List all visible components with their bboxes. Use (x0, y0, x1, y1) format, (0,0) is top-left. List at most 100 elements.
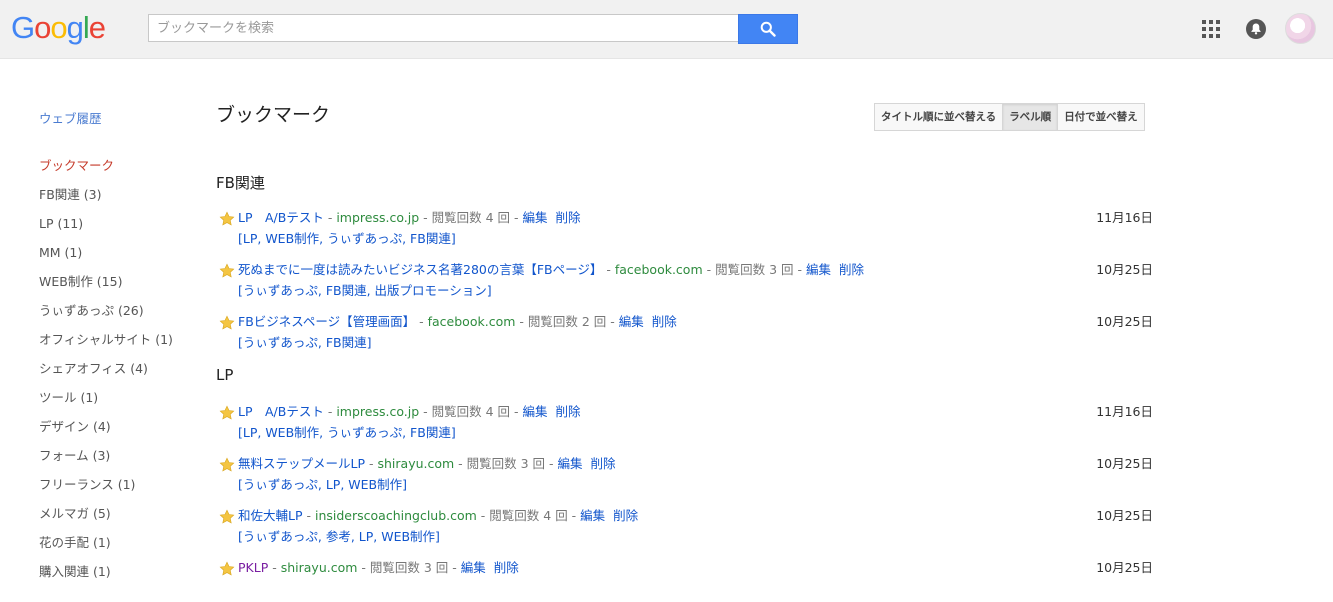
bookmark-domain: shirayu.com (280, 560, 358, 575)
sidebar-label-item[interactable]: うぃずあっぷ (26) (39, 302, 144, 320)
separator: - (419, 404, 432, 419)
bookmark-title-link[interactable]: 和佐大輔LP (238, 508, 303, 523)
star-icon[interactable] (219, 263, 235, 279)
delete-link[interactable]: 削除 (613, 508, 638, 523)
sidebar-label-item[interactable]: フリーランス (1) (39, 476, 135, 494)
bookmark-labels[interactable]: [LP, WEB制作, うぃずあっぷ, FB関連] (238, 423, 456, 443)
view-count: 閲覧回数 4 回 (431, 210, 511, 225)
star-icon[interactable] (219, 561, 235, 577)
separator: - (268, 560, 281, 575)
star-icon[interactable] (219, 405, 235, 421)
separator: - (323, 210, 337, 225)
search-icon (760, 21, 776, 37)
bookmark-date: 10月25日 (1096, 560, 1153, 575)
view-count: 閲覧回数 4 回 (489, 508, 568, 523)
sidebar-label-item[interactable]: FB関連 (3) (39, 186, 101, 204)
bookmark-domain: impress.co.jp (336, 404, 420, 419)
sidebar-label-item[interactable]: 花の手配 (1) (39, 534, 111, 552)
bookmark-item: LP A/Bテスト - impress.co.jp - 閲覧回数 4 回 - 編… (219, 208, 1159, 252)
separator: - (510, 404, 523, 419)
sidebar-web-history[interactable]: ウェブ履歴 (39, 110, 102, 128)
delete-link[interactable]: 削除 (591, 456, 616, 471)
edit-link[interactable]: 編集 (558, 456, 583, 471)
google-logo[interactable]: Google (11, 8, 106, 48)
separator: - (793, 262, 806, 277)
view-count: 閲覧回数 3 回 (715, 262, 794, 277)
delete-link[interactable]: 削除 (555, 404, 580, 419)
separator: - (606, 314, 619, 329)
bookmark-search-input[interactable] (149, 15, 738, 41)
edit-link[interactable]: 編集 (522, 210, 547, 225)
separator: - (702, 262, 716, 277)
avatar[interactable] (1285, 13, 1316, 44)
bookmark-domain: facebook.com (427, 314, 516, 329)
bookmark-domain: insiderscoachingclub.com (314, 508, 477, 523)
bell-icon[interactable] (1245, 18, 1267, 40)
star-icon[interactable] (219, 509, 235, 525)
separator: - (515, 314, 528, 329)
delete-link[interactable]: 削除 (839, 262, 864, 277)
sidebar-label-item[interactable]: フォーム (3) (39, 447, 110, 465)
bookmark-date: 10月25日 (1096, 262, 1153, 277)
sort-by-label-button[interactable]: ラベル順 (1003, 104, 1059, 130)
bookmark-item: 無料ステップメールLP - shirayu.com - 閲覧回数 3 回 - 編… (219, 454, 1159, 498)
section-title: LP (216, 366, 234, 384)
page-title: ブックマーク (216, 104, 331, 126)
sidebar-label-item[interactable]: ツール (1) (39, 389, 98, 407)
bookmark-domain: facebook.com (614, 262, 703, 277)
star-icon[interactable] (219, 457, 235, 473)
bookmark-labels[interactable]: [うぃずあっぷ, 参考, LP, WEB制作] (238, 527, 440, 547)
bookmark-labels[interactable]: [LP, WEB制作, うぃずあっぷ, FB関連] (238, 229, 456, 249)
bookmark-labels[interactable]: [うぃずあっぷ, LP, WEB制作] (238, 475, 407, 495)
search-button[interactable] (738, 14, 798, 44)
section-title: FB関連 (216, 174, 265, 192)
logo-letter: o (50, 10, 67, 45)
bookmark-title-link[interactable]: FBビジネスページ【管理画面】 (238, 314, 415, 329)
separator: - (454, 456, 467, 471)
bookmark-title-link[interactable]: 死ぬまでに一度は読みたいビジネス名著280の言葉【FBページ】 (238, 262, 602, 277)
separator: - (302, 508, 315, 523)
edit-link[interactable]: 編集 (806, 262, 831, 277)
separator: - (510, 210, 523, 225)
star-icon[interactable] (219, 315, 235, 331)
bookmark-labels[interactable]: [うぃずあっぷ, FB関連, 出版プロモーション] (238, 281, 492, 301)
edit-link[interactable]: 編集 (619, 314, 644, 329)
sort-by-date-button[interactable]: 日付で並べ替え (1058, 104, 1144, 130)
edit-link[interactable]: 編集 (522, 404, 547, 419)
delete-link[interactable]: 削除 (555, 210, 580, 225)
view-count: 閲覧回数 2 回 (527, 314, 607, 329)
bookmark-date: 10月25日 (1096, 508, 1153, 523)
bookmark-item: FBビジネスページ【管理画面】 - facebook.com - 閲覧回数 2 … (219, 312, 1159, 356)
sidebar-label-item[interactable]: メルマガ (5) (39, 505, 111, 523)
edit-link[interactable]: 編集 (580, 508, 605, 523)
bookmark-title-link[interactable]: PKLP (238, 560, 268, 575)
bookmark-title-link[interactable]: 無料ステップメールLP (238, 456, 365, 471)
bookmark-domain: impress.co.jp (336, 210, 420, 225)
separator: - (415, 314, 428, 329)
bookmark-labels[interactable]: [うぃずあっぷ, FB関連] (238, 333, 371, 353)
sidebar-label-item[interactable]: LP (11) (39, 215, 83, 233)
bookmark-item: 死ぬまでに一度は読みたいビジネス名著280の言葉【FBページ】 - facebo… (219, 260, 1159, 304)
bookmark-title-link[interactable]: LP A/Bテスト (238, 404, 324, 419)
sidebar-label-item[interactable]: デザイン (4) (39, 418, 111, 436)
bookmark-line: 死ぬまでに一度は読みたいビジネス名著280の言葉【FBページ】 - facebo… (238, 260, 864, 280)
sidebar-label-item[interactable]: オフィシャルサイト (1) (39, 331, 173, 349)
star-icon[interactable] (219, 211, 235, 227)
sidebar-label-item[interactable]: 購入関連 (1) (39, 563, 111, 581)
sidebar-bookmarks[interactable]: ブックマーク (39, 157, 114, 175)
view-count: 閲覧回数 3 回 (466, 456, 546, 471)
apps-grid-icon[interactable] (1202, 20, 1220, 38)
sidebar-label-item[interactable]: WEB制作 (15) (39, 273, 122, 291)
sidebar-label-item[interactable]: MM (1) (39, 244, 82, 262)
delete-link[interactable]: 削除 (652, 314, 677, 329)
sort-by-title-button[interactable]: タイトル順に並べ替える (875, 104, 1004, 130)
bookmark-item: LP A/Bテスト - impress.co.jp - 閲覧回数 4 回 - 編… (219, 402, 1159, 446)
bookmark-item: 和佐大輔LP - insiderscoachingclub.com - 閲覧回数… (219, 506, 1159, 550)
separator: - (323, 404, 337, 419)
edit-link[interactable]: 編集 (461, 560, 486, 575)
sidebar-label-item[interactable]: シェアオフィス (4) (39, 360, 148, 378)
bookmark-domain: shirayu.com (377, 456, 455, 471)
bookmark-title-link[interactable]: LP A/Bテスト (238, 210, 324, 225)
delete-link[interactable]: 削除 (494, 560, 519, 575)
separator: - (357, 560, 370, 575)
